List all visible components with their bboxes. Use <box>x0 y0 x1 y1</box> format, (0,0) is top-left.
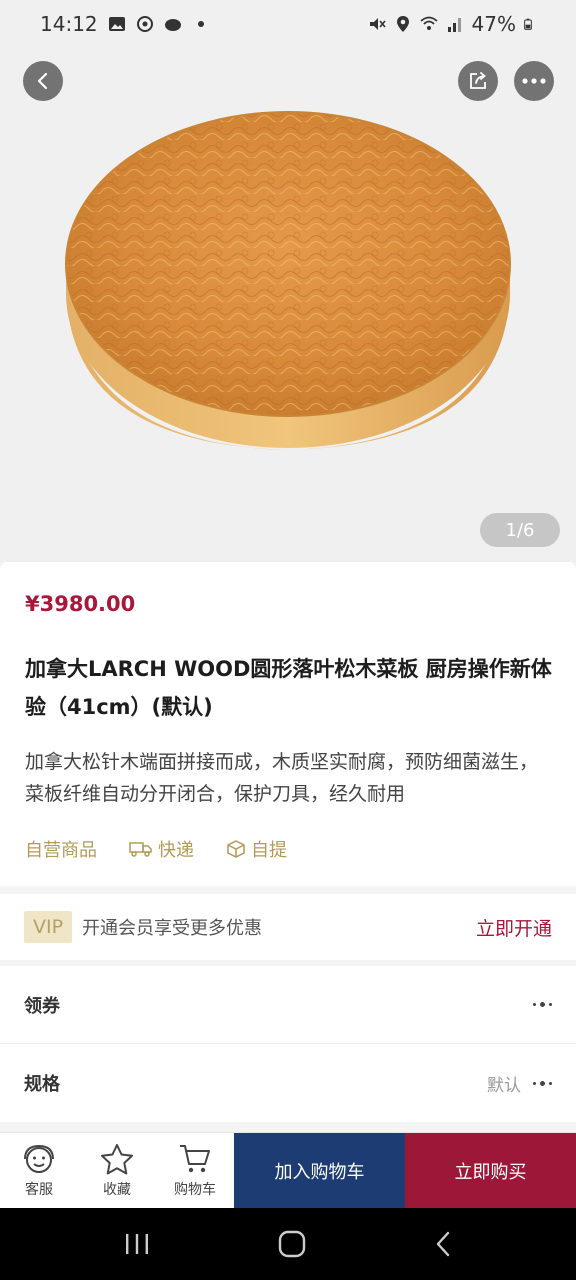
share-button[interactable] <box>458 61 498 101</box>
spec-row[interactable]: 规格 默认 <box>0 1044 576 1122</box>
status-time: 14:12 <box>40 12 98 36</box>
image-pager: 1/6 <box>480 513 560 547</box>
favorite-button[interactable]: 收藏 <box>78 1133 156 1209</box>
back-nav-icon[interactable] <box>433 1230 453 1258</box>
cart-label: 购物车 <box>174 1182 216 1198</box>
spec-label: 规格 <box>24 1074 60 1095</box>
box-icon <box>227 840 245 858</box>
vip-text: 开通会员享受更多优惠 <box>82 918 262 939</box>
tag-self-operated: 自营商品 <box>25 840 97 861</box>
truck-icon <box>129 842 152 857</box>
product-image <box>65 111 511 450</box>
coupon-row[interactable]: 领券 <box>0 966 576 1044</box>
mute-icon <box>369 18 386 30</box>
vip-open-button[interactable]: 立即开通 <box>476 914 552 941</box>
more-dots-icon <box>533 1002 552 1007</box>
service-button[interactable]: 客服 <box>0 1133 78 1209</box>
vip-row[interactable]: VIP 开通会员享受更多优惠 立即开通 <box>0 894 576 960</box>
cart-nav-button[interactable]: 购物车 <box>156 1133 234 1209</box>
more-icon <box>522 78 546 84</box>
cart-icon <box>180 1145 210 1173</box>
system-nav-bar <box>0 1208 576 1280</box>
tag-pickup: 自提 <box>226 836 287 862</box>
customer-service-icon <box>24 1144 54 1173</box>
back-icon <box>37 72 48 90</box>
more-dots-icon <box>533 1080 552 1086</box>
product-description: 加拿大松针木端面拼接而成，木质坚实耐腐，预防细菌滋生，菜板纤维自动分开闭合，保护… <box>25 751 539 805</box>
vip-badge: VIP <box>24 911 72 943</box>
favorite-label: 收藏 <box>103 1182 131 1198</box>
product-info-card: ¥3980.00 加拿大LARCH WOOD圆形落叶松木菜板 厨房操作新体验（4… <box>0 562 576 886</box>
wifi-icon <box>419 16 438 30</box>
buy-now-button[interactable]: 立即购买 <box>405 1133 576 1209</box>
product-image-gallery[interactable]: 1/6 <box>0 48 576 562</box>
home-icon[interactable] <box>277 1229 307 1259</box>
battery-icon <box>524 18 532 30</box>
bottom-action-bar: 客服 收藏 购物车 加入购物车 立即购买 <box>0 1132 576 1209</box>
product-price: ¥3980.00 <box>25 592 136 616</box>
coupon-label: 领券 <box>24 995 60 1017</box>
signal-icon <box>447 18 461 32</box>
gallery-icon <box>108 17 125 31</box>
status-bar: 14:12 47% <box>0 0 576 48</box>
spec-value: 默认 <box>487 1075 521 1096</box>
battery-percent: 47% <box>471 12 516 36</box>
sync-icon <box>136 16 153 32</box>
share-icon <box>470 72 486 89</box>
product-tags: 自营商品 快递 自提 <box>25 836 287 862</box>
tag-express: 快递 <box>129 836 194 862</box>
add-to-cart-button[interactable]: 加入购物车 <box>234 1133 405 1209</box>
more-button[interactable] <box>514 61 554 101</box>
star-icon <box>101 1144 133 1175</box>
recent-apps-icon[interactable] <box>123 1232 151 1256</box>
service-label: 客服 <box>25 1182 53 1198</box>
dot-icon <box>197 21 204 27</box>
back-button[interactable] <box>23 61 63 101</box>
product-title: 加拿大LARCH WOOD圆形落叶松木菜板 厨房操作新体验（41cm）(默认) <box>25 657 552 719</box>
location-icon <box>396 16 409 32</box>
app-icon <box>164 19 181 31</box>
